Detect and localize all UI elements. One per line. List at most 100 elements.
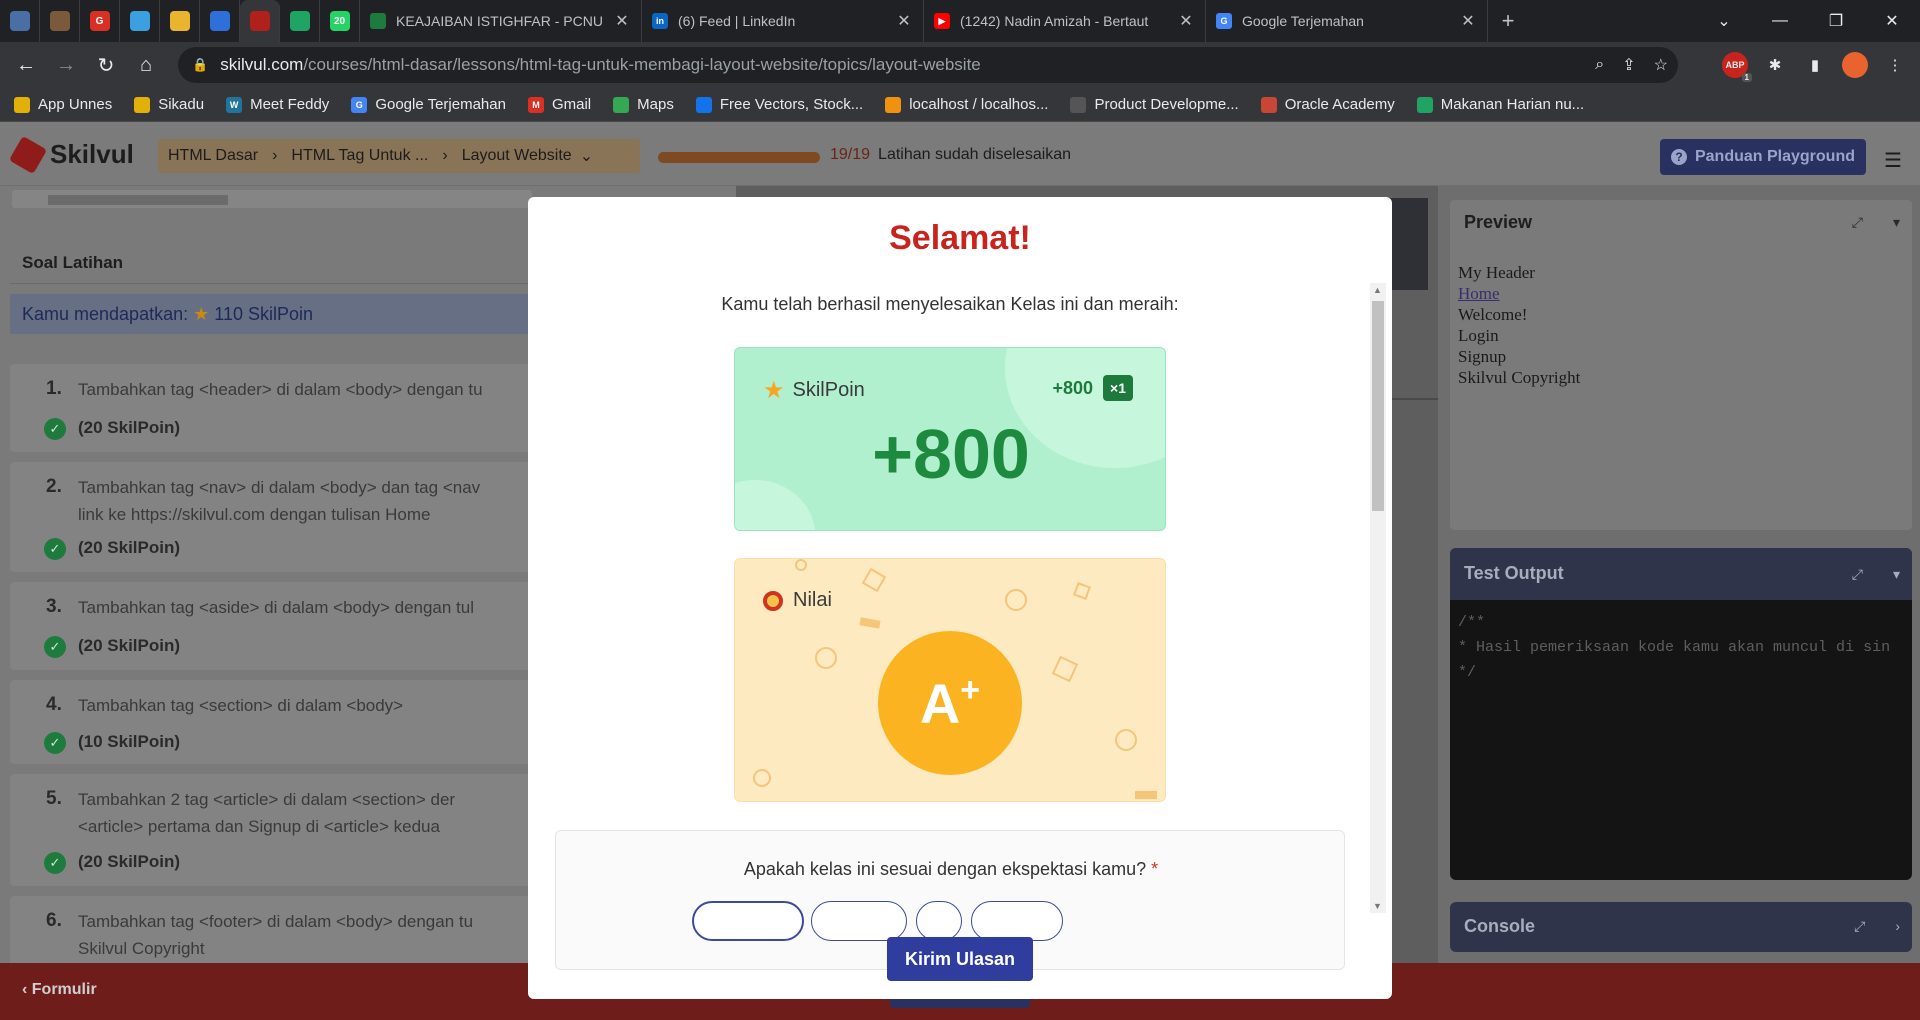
breadcrumb-item[interactable]: HTML Dasar: [168, 147, 258, 165]
pinned-tab[interactable]: [40, 0, 80, 42]
bookmark-icon: M: [527, 96, 544, 113]
menu-kebab-icon[interactable]: ⋮: [1882, 52, 1908, 78]
check-circle-icon: ✓: [44, 636, 66, 658]
chevron-down-icon[interactable]: ▾: [1893, 566, 1900, 583]
close-tab-icon[interactable]: ✕: [895, 11, 913, 31]
home-icon[interactable]: ⌂: [126, 45, 166, 85]
survey-option[interactable]: [916, 901, 962, 941]
close-window-icon[interactable]: ✕: [1864, 0, 1920, 42]
check-circle-icon: ✓: [44, 538, 66, 560]
minimize-icon[interactable]: —: [1752, 0, 1808, 42]
bookmark-icon: [885, 96, 902, 113]
exercise-points: (20 SkilPoin): [78, 636, 181, 655]
new-tab-button[interactable]: +: [1488, 8, 1528, 34]
pinned-tab[interactable]: G: [80, 0, 120, 42]
skilvul-logo[interactable]: Skilvul: [8, 135, 134, 174]
bookmark-item[interactable]: App Unnes: [14, 96, 112, 113]
bookmark-icon: [1260, 96, 1277, 113]
pinned-tab[interactable]: [280, 0, 320, 42]
pinned-tab[interactable]: [240, 0, 280, 42]
url-host: skilvul.com: [220, 55, 304, 74]
browser-tab[interactable]: ▶ (1242) Nadin Amizah - Bertaut ✕: [924, 0, 1206, 42]
browser-tab[interactable]: in (6) Feed | LinkedIn ✕: [642, 0, 924, 42]
test-output-title: Test Output: [1464, 563, 1564, 583]
google-icon: G: [89, 11, 110, 31]
exercise-number: 1.: [46, 378, 62, 399]
close-tab-icon[interactable]: ✕: [613, 11, 631, 31]
tab-title: KEAJAIBAN ISTIGHFAR - PCNU: [396, 13, 603, 29]
tab-title: Google Terjemahan: [1242, 13, 1364, 29]
exercise-points: (20 SkilPoin): [78, 852, 181, 871]
adblock-icon[interactable]: ABP 1: [1722, 52, 1752, 82]
bookmark-icon: [1070, 96, 1087, 113]
exercise-text: Tambahkan tag <header> di dalam <body> d…: [78, 380, 483, 399]
console-card[interactable]: Console ⤢ ›: [1450, 902, 1912, 952]
skilpoin-label: SkilPoin: [792, 379, 865, 401]
bookmark-item[interactable]: W Meet Feddy: [226, 96, 329, 113]
expand-icon[interactable]: ⤢: [1852, 566, 1863, 583]
breadcrumb[interactable]: HTML Dasar › HTML Tag Untuk ... › Layout…: [158, 139, 640, 173]
form-back-link[interactable]: ‹ Formulir: [22, 981, 97, 999]
extensions-area: ABP 1 ✱ ▮ ⋮: [1722, 42, 1908, 88]
url-bar[interactable]: 🔒 skilvul.com /courses/html-dasar/lesson…: [178, 47, 1678, 83]
bookmark-star-icon[interactable]: ☆: [1654, 55, 1668, 75]
bookmark-item[interactable]: Makanan Harian nu...: [1416, 96, 1584, 113]
pinned-tab[interactable]: [200, 0, 240, 42]
bookmark-item[interactable]: localhost / localhos...: [885, 96, 1048, 113]
bookmark-icon: W: [226, 96, 243, 113]
pinned-tab[interactable]: 20: [320, 0, 360, 42]
sidepanel-icon[interactable]: ▮: [1802, 52, 1828, 78]
exercise-text: <article> pertama dan Signup di <article…: [78, 817, 440, 836]
breadcrumb-item[interactable]: HTML Tag Untuk ...: [291, 147, 428, 165]
chevron-left-icon: ‹: [22, 981, 32, 998]
close-tab-icon[interactable]: ✕: [1459, 11, 1477, 31]
bookmark-item[interactable]: G Google Terjemahan: [351, 96, 506, 113]
survey-option[interactable]: [971, 901, 1063, 941]
modal-scrollbar[interactable]: ▲ ▼: [1370, 283, 1386, 913]
close-tab-icon[interactable]: ✕: [1177, 11, 1195, 31]
pinned-tab[interactable]: [160, 0, 200, 42]
survey-option[interactable]: [811, 901, 907, 941]
preview-card: Preview ⤢ ▾ My Header Home Welcome! Login…: [1450, 200, 1912, 530]
preview-line: Skilvul Copyright: [1458, 368, 1581, 387]
bookmark-item[interactable]: Oracle Academy: [1260, 96, 1395, 113]
preview-link[interactable]: Home: [1458, 284, 1500, 303]
browser-tab[interactable]: G Google Terjemahan ✕: [1206, 0, 1488, 42]
browser-tab[interactable]: KEAJAIBAN ISTIGHFAR - PCNU ✕: [360, 0, 642, 42]
hamburger-menu-icon[interactable]: ☰: [1884, 148, 1902, 173]
restore-icon[interactable]: ❐: [1808, 0, 1864, 42]
chevron-down-icon[interactable]: ▾: [1893, 214, 1900, 231]
pinned-tab[interactable]: [0, 0, 40, 42]
share-icon[interactable]: ⇪: [1622, 55, 1635, 75]
breadcrumb-item[interactable]: Layout Website: [462, 147, 572, 165]
bookmark-item[interactable]: Free Vectors, Stock...: [695, 96, 863, 113]
earned-label: Kamu mendapatkan:: [22, 304, 189, 324]
profile-avatar[interactable]: [1842, 52, 1868, 78]
survey-option[interactable]: [692, 901, 804, 941]
tab-search-icon[interactable]: ⌄: [1696, 0, 1752, 42]
preview-content: My Header Home Welcome! Login Signup Ski…: [1458, 262, 1580, 388]
puzzle-icon[interactable]: ✱: [1762, 52, 1788, 78]
reload-icon[interactable]: ↻: [86, 45, 126, 85]
zoom-icon[interactable]: ⌕: [1595, 56, 1604, 74]
address-toolbar: ← → ↻ ⌂ 🔒 skilvul.com /courses/html-dasa…: [0, 42, 1920, 88]
pinned-tab[interactable]: [120, 0, 160, 42]
chevron-right-icon[interactable]: ›: [1895, 918, 1900, 935]
submit-review-button[interactable]: Kirim Ulasan: [887, 937, 1033, 981]
bookmark-label: Product Developme...: [1094, 96, 1239, 113]
horizontal-scrollbar[interactable]: [12, 190, 532, 208]
progress-count: 19/19: [830, 146, 871, 163]
test-output-code: /** * Hasil pemeriksaan kode kamu akan m…: [1458, 614, 1891, 681]
bookmark-item[interactable]: Product Developme...: [1070, 96, 1239, 113]
guide-button[interactable]: ? Panduan Playground: [1660, 139, 1866, 175]
back-icon[interactable]: ←: [6, 45, 46, 85]
bookmark-item[interactable]: M Gmail: [527, 96, 591, 113]
forward-icon[interactable]: →: [46, 45, 86, 85]
bookmark-item[interactable]: Sikadu: [134, 96, 204, 113]
bookmark-item[interactable]: Maps: [613, 96, 674, 113]
tab-favicon-icon: in: [652, 13, 668, 29]
expand-icon[interactable]: ⤢: [1854, 918, 1865, 935]
preview-line: Login: [1458, 326, 1499, 345]
expand-icon[interactable]: ⤢: [1852, 214, 1863, 231]
grade-letter: A: [919, 671, 961, 735]
